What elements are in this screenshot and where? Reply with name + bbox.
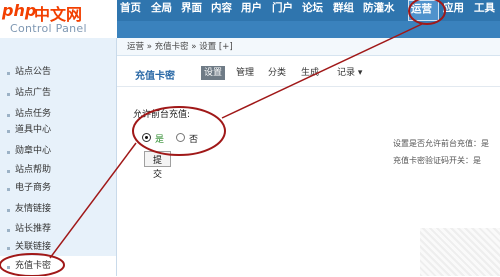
sidebar-item-friend-links[interactable]: 友情链接	[0, 199, 116, 220]
nav-item-users[interactable]: 用户	[241, 0, 262, 21]
nav-item-antispam[interactable]: 防灌水	[363, 0, 395, 21]
tabs-row: 充值卡密 设置 管理 分类 生成 记录 ▾	[117, 60, 500, 87]
bullet-icon	[7, 93, 10, 96]
control-panel-subtitle: Control Panel	[10, 22, 87, 35]
sidebar-item-related-links[interactable]: 关联链接	[0, 237, 116, 258]
bullet-icon	[7, 170, 10, 173]
tab-generate[interactable]: 生成	[298, 66, 322, 80]
bullet-icon	[7, 247, 10, 250]
nav-item-content[interactable]: 内容	[211, 0, 232, 21]
radio-no[interactable]	[176, 133, 185, 142]
tab-categories[interactable]: 分类	[265, 66, 289, 80]
logo: php 中文网 Control Panel	[0, 0, 117, 38]
bullet-icon	[7, 114, 10, 117]
nav-item-home[interactable]: 首页	[120, 0, 141, 21]
sidebar-item-label: 勋章中心	[15, 146, 52, 156]
tab-settings[interactable]: 设置	[201, 66, 226, 80]
sidebar-item-ecommerce[interactable]: 电子商务	[0, 178, 116, 199]
nav-item-global[interactable]: 全局	[151, 0, 172, 21]
sidebar-item-medals[interactable]: 勋章中心	[0, 141, 116, 162]
submit-button[interactable]: 提交	[144, 151, 171, 179]
help-text-captcha: 充值卡密验证码开关：是	[393, 156, 481, 165]
nav-item-operations[interactable]: 运营	[408, 0, 439, 21]
sub-navigation-bar	[117, 21, 500, 38]
page-title: 充值卡密	[135, 71, 175, 82]
nav-item-tools[interactable]: 工具	[474, 0, 495, 21]
allow-recharge-radio-group: 是 否	[142, 132, 222, 146]
sidebar-item-label: 关联链接	[15, 242, 52, 252]
logo-php-text: php	[2, 1, 37, 20]
sidebar: 站点公告 站点广告 站点任务 道具中心 勋章中心 站点帮助 电子商务 友情链接 …	[0, 38, 117, 277]
radio-yes-label[interactable]: 是	[155, 132, 164, 145]
sidebar-item-label: 充值卡密	[15, 261, 52, 271]
bullet-icon	[7, 209, 10, 212]
nav-item-apps[interactable]: 应用	[443, 0, 464, 21]
sidebar-item-label: 道具中心	[15, 125, 52, 135]
bullet-icon	[7, 266, 10, 269]
sidebar-item-label: 友情链接	[15, 204, 52, 214]
radio-yes[interactable]	[142, 133, 151, 142]
sidebar-item-ads[interactable]: 站点广告	[0, 83, 116, 104]
sidebar-item-label: 站点公告	[15, 67, 52, 77]
blurred-watermark	[420, 228, 500, 276]
sidebar-item-label: 电子商务	[15, 183, 52, 193]
tab-records[interactable]: 记录 ▾	[334, 66, 365, 80]
help-text-recharge: 设置是否允许前台充值：是	[393, 139, 489, 148]
nav-item-interface[interactable]: 界面	[181, 0, 202, 21]
allow-recharge-label: 允许前台充值:	[133, 110, 191, 120]
bullet-icon	[7, 130, 10, 133]
radio-no-label[interactable]: 否	[189, 132, 198, 145]
nav-item-forum[interactable]: 论坛	[302, 0, 323, 21]
nav-item-portal[interactable]: 门户	[272, 0, 293, 21]
bullet-icon	[7, 229, 10, 232]
sidebar-item-props[interactable]: 道具中心	[0, 120, 116, 141]
sidebar-item-label: 站点广告	[15, 88, 52, 98]
tab-manage[interactable]: 管理	[233, 66, 257, 80]
sidebar-item-recharge-cards[interactable]: 充值卡密	[0, 256, 116, 277]
sidebar-item-announcements[interactable]: 站点公告	[0, 62, 116, 83]
top-navigation: 首页 全局 界面 内容 用户 门户 论坛 群组 防灌水 运营 应用 工具	[117, 0, 500, 21]
nav-item-groups[interactable]: 群组	[333, 0, 354, 21]
breadcrumb: 运营 » 充值卡密 » 设置 [+]	[117, 38, 500, 56]
bullet-icon	[7, 188, 10, 191]
bullet-icon	[7, 151, 10, 154]
bullet-icon	[7, 72, 10, 75]
